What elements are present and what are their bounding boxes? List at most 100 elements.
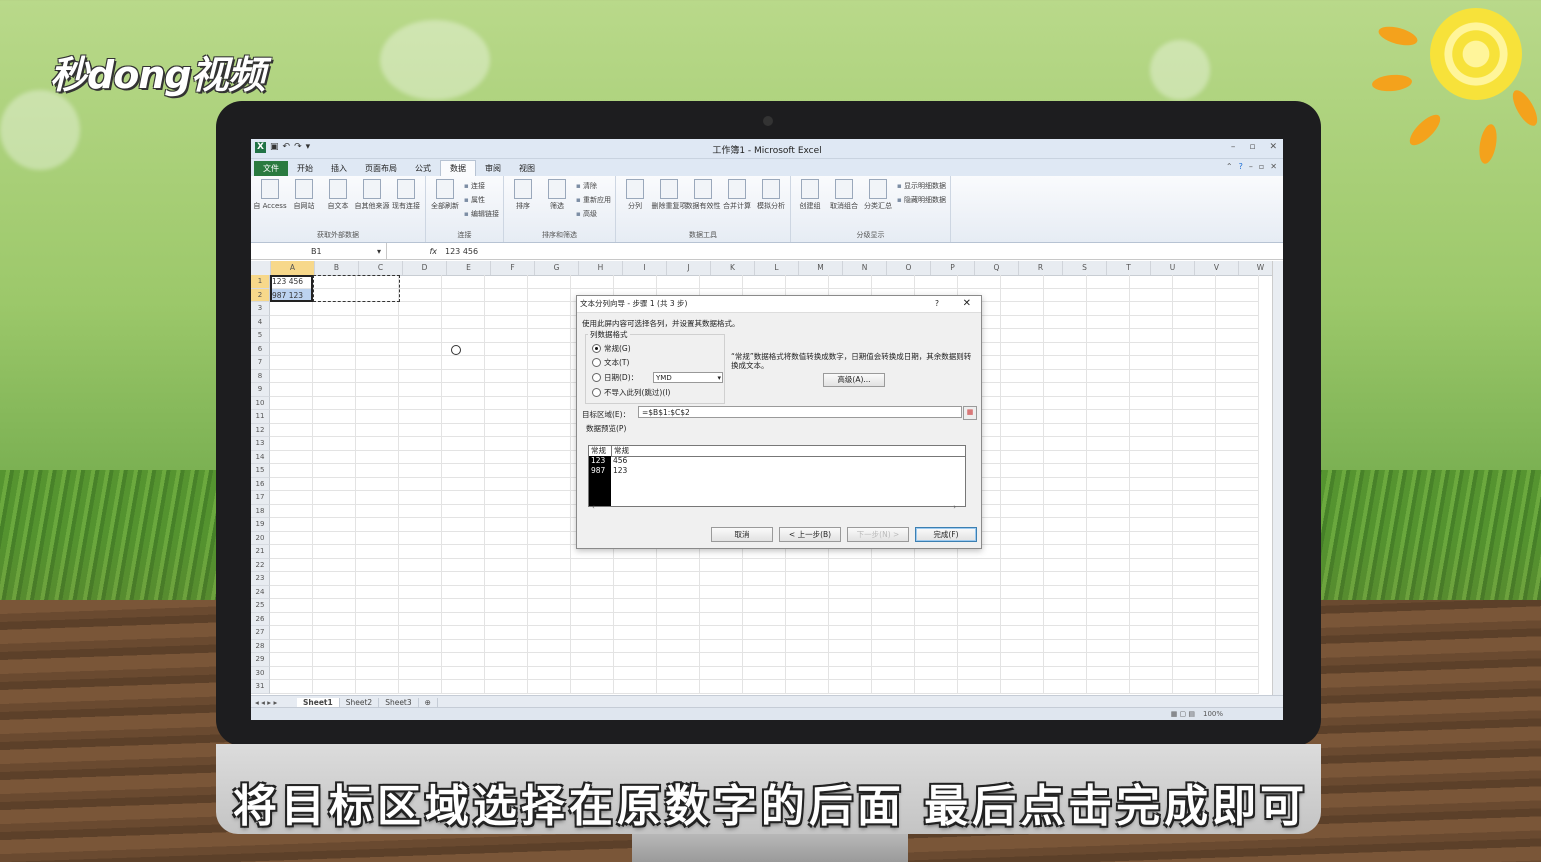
cell[interactable] [1001,491,1044,505]
preview-hscroll[interactable]: ‹ › [588,503,964,512]
cell[interactable] [872,599,915,613]
cell[interactable] [872,612,915,626]
cell[interactable] [528,653,571,667]
row-header[interactable]: 18 [251,504,270,518]
cell[interactable] [399,585,442,599]
ribbon-button[interactable]: 取消组合 [829,179,859,228]
cell[interactable] [1044,329,1087,343]
cell[interactable] [1044,572,1087,586]
cell[interactable] [915,666,958,680]
cell[interactable] [1173,288,1216,302]
chevron-left-icon[interactable]: ‹ [592,503,595,511]
cell[interactable] [1044,639,1087,653]
cell[interactable] [356,464,399,478]
cell[interactable] [1001,653,1044,667]
ribbon-button[interactable]: 删除重复项 [651,179,686,228]
cell[interactable] [1087,288,1130,302]
cell[interactable] [399,396,442,410]
cell[interactable] [270,639,313,653]
cell[interactable] [1173,639,1216,653]
cell[interactable] [485,572,528,586]
cell[interactable] [1173,531,1216,545]
row-header[interactable]: 23 [251,572,270,586]
tab-4[interactable]: 公式 [406,161,440,176]
cell[interactable] [657,558,700,572]
row-header[interactable]: 1 [251,275,270,289]
cell[interactable] [399,504,442,518]
cell[interactable] [1216,666,1259,680]
cell[interactable] [1044,477,1087,491]
ribbon-button[interactable]: 数据有效性 [685,179,720,228]
cell[interactable] [786,558,829,572]
cell[interactable] [872,572,915,586]
cell[interactable] [528,356,571,370]
cell[interactable] [1044,450,1087,464]
cell[interactable] [313,585,356,599]
cell[interactable] [442,639,485,653]
cell[interactable] [743,612,786,626]
cell[interactable] [915,626,958,640]
cell[interactable] [485,626,528,640]
cell[interactable] [571,680,614,694]
cell[interactable] [657,585,700,599]
cell[interactable] [313,572,356,586]
row-header[interactable]: 4 [251,315,270,329]
cell[interactable] [657,666,700,680]
cell[interactable] [1087,369,1130,383]
cell[interactable] [442,572,485,586]
cell[interactable] [356,653,399,667]
option-general[interactable]: 常规(G) [592,343,631,354]
cell[interactable] [1216,275,1259,289]
cell[interactable] [1044,342,1087,356]
cell[interactable] [485,410,528,424]
ribbon-small-button[interactable]: 显示明细数据 [897,181,946,191]
cell[interactable] [1216,518,1259,532]
cell[interactable] [1173,504,1216,518]
cell[interactable] [700,666,743,680]
cell[interactable] [657,680,700,694]
window-min-icon[interactable]: – [1249,162,1253,171]
cell[interactable] [1173,423,1216,437]
cell[interactable] [1044,356,1087,370]
cell[interactable] [571,275,614,289]
column-header[interactable]: V [1195,261,1239,275]
cell[interactable] [313,558,356,572]
cell[interactable] [313,612,356,626]
cell[interactable] [829,653,872,667]
date-format-select[interactable]: YMD ▾ [653,372,723,383]
cell[interactable] [1087,464,1130,478]
chevron-down-icon[interactable]: ▾ [717,373,721,384]
cell[interactable] [528,545,571,559]
cell[interactable] [614,680,657,694]
column-header[interactable]: U [1151,261,1195,275]
column-header[interactable]: R [1019,261,1063,275]
cell[interactable] [270,599,313,613]
cell[interactable] [1173,491,1216,505]
cell[interactable] [1173,329,1216,343]
option-skip[interactable]: 不导入此列(跳过)(I) [592,387,670,398]
cell[interactable] [743,680,786,694]
cell[interactable] [1044,396,1087,410]
cell[interactable] [399,545,442,559]
cell[interactable] [829,626,872,640]
cell[interactable] [1087,383,1130,397]
cell[interactable] [700,585,743,599]
cell[interactable] [485,558,528,572]
cell[interactable] [356,585,399,599]
cell[interactable] [1001,518,1044,532]
cell[interactable] [1001,369,1044,383]
window-restore-icon[interactable]: ▫ [1259,162,1264,171]
cell[interactable] [1216,450,1259,464]
cell[interactable] [485,531,528,545]
cell[interactable] [313,396,356,410]
cell[interactable] [270,477,313,491]
row-header[interactable]: 15 [251,464,270,478]
ribbon-button[interactable]: 分列 [620,179,650,228]
cell[interactable] [1087,342,1130,356]
cell[interactable] [1087,599,1130,613]
insert-sheet-icon[interactable]: ⊕ [419,698,438,707]
cell[interactable] [399,531,442,545]
cell[interactable] [1087,545,1130,559]
cell[interactable] [399,572,442,586]
cell[interactable] [528,639,571,653]
